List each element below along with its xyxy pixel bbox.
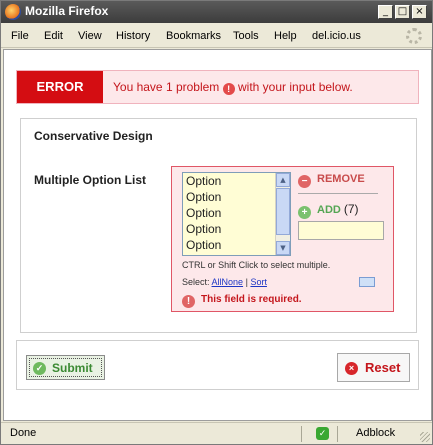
menu-view[interactable]: View [78,30,102,42]
required-error: ! This field is required. [182,294,302,308]
page-content: ERROR You have 1 problem ! with your inp… [3,49,432,421]
firefox-icon [5,4,21,20]
error-banner: ERROR You have 1 problem ! with your inp… [16,70,419,104]
menu-edit[interactable]: Edit [44,30,63,42]
status-bar: Done ✓ Adblock [1,422,432,444]
check-icon: ✓ [33,362,46,375]
error-message: You have 1 problem ! with your input bel… [113,80,353,95]
scroll-up-icon[interactable]: ▲ [276,173,290,187]
error-message-before: You have 1 problem [113,80,220,94]
keyboard-icon[interactable] [359,277,375,287]
x-icon: × [345,362,358,375]
resize-grip-icon[interactable] [420,432,430,442]
required-message: This field is required. [201,294,302,305]
multi-select-hint: CTRL or Shift Click to select multiple. [182,260,331,270]
error-message-after: with your input below. [238,80,353,94]
reset-button[interactable]: × Reset [337,353,410,382]
scroll-down-icon[interactable]: ▼ [276,241,290,255]
scroll-thumb[interactable] [276,188,290,235]
list-option[interactable]: Option [186,206,221,220]
add-label: ADD [317,204,341,216]
remove-label: REMOVE [317,173,365,185]
minus-icon: − [298,175,311,188]
adblock-label[interactable]: Adblock [356,427,395,439]
list-option[interactable]: Option [186,174,221,188]
status-separator [301,426,302,442]
select-none-link[interactable]: None [222,277,244,287]
remove-button[interactable]: − REMOVE [298,173,365,188]
fieldset-legend: Conservative Design [34,129,153,143]
window-title: Mozilla Firefox [25,4,109,18]
exclamation-icon: ! [222,83,235,95]
list-option[interactable]: Option [186,222,221,236]
submit-label: Submit [52,361,93,375]
menu-bookmarks[interactable]: Bookmarks [166,30,221,42]
select-prefix: Select: [182,277,210,287]
minimize-button[interactable]: _ [378,5,393,19]
listbox-scrollbar[interactable]: ▲ ▼ [275,173,290,255]
field-error-box: Option Option Option Option Option ▲ ▼ −… [171,166,394,312]
maximize-button[interactable]: □ [395,5,410,19]
submit-button[interactable]: ✓ Submit [26,355,105,380]
plus-icon: + [298,206,311,219]
add-count: (7) [343,202,359,216]
field-label: Multiple Option List [34,173,146,187]
list-option[interactable]: Option [186,190,221,204]
menu-bar: File Edit View History Bookmarks Tools H… [1,24,432,48]
browser-window: Mozilla Firefox _ □ × File Edit View His… [0,0,433,445]
select-all-link[interactable]: All [212,277,222,287]
select-links: Select: AllNone | Sort [182,277,267,287]
close-button[interactable]: × [412,5,427,19]
menu-tools[interactable]: Tools [233,30,259,42]
exclamation-icon: ! [182,295,195,308]
add-option-input[interactable] [298,221,384,240]
add-button[interactable]: + ADD (7) [298,202,359,219]
form-fieldset: Conservative Design Multiple Option List… [20,118,417,333]
select-separator: | [245,277,248,287]
shield-icon[interactable]: ✓ [316,427,329,440]
option-listbox[interactable]: Option Option Option Option Option ▲ ▼ [182,172,291,256]
menu-help[interactable]: Help [274,30,297,42]
status-text: Done [10,427,37,439]
title-bar: Mozilla Firefox _ □ × [1,1,432,23]
menu-history[interactable]: History [116,30,150,42]
list-option[interactable]: Option [186,238,221,252]
throbber-icon [406,28,422,44]
error-label: ERROR [17,71,103,103]
reset-label: Reset [365,360,401,375]
menu-file[interactable]: File [11,30,29,42]
status-separator [337,426,338,442]
button-bar: ✓ Submit × Reset [16,340,419,390]
divider [298,193,378,194]
menu-delicious[interactable]: del.icio.us [312,30,361,42]
sort-link[interactable]: Sort [250,277,267,287]
